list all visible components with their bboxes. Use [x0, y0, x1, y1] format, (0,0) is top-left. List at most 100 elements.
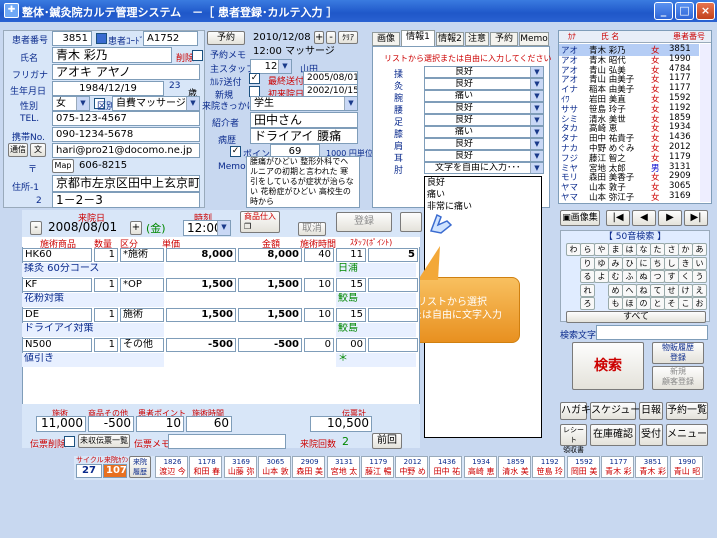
- kana-key[interactable]: え: [692, 283, 707, 297]
- visit-history-button[interactable]: 来院 履歴: [129, 456, 151, 478]
- grid-time[interactable]: 0: [304, 338, 334, 352]
- patient-list-row[interactable]: ヤマ 山本 弥江子 女 3169: [559, 191, 699, 203]
- grid-item[interactable]: DE: [22, 308, 92, 322]
- info-select[interactable]: 良好 ▼: [424, 102, 544, 114]
- recent-patient[interactable]: 1859 清水 美: [498, 456, 531, 478]
- kana-key[interactable]: ち: [650, 256, 665, 270]
- slip-delete-checkbox[interactable]: [64, 436, 75, 447]
- visit-date[interactable]: 2008/08/01: [45, 220, 125, 236]
- recent-patient[interactable]: 1436 田中 祐: [429, 456, 463, 478]
- kana-key[interactable]: へ: [622, 283, 637, 297]
- reserve-plus-button[interactable]: +: [314, 31, 324, 44]
- recent-patient[interactable]: 2012 中野 め: [395, 456, 429, 478]
- sales-history-button[interactable]: 物販履歴 登録: [652, 342, 704, 364]
- register-button[interactable]: 登録: [336, 212, 392, 232]
- grid-amount[interactable]: 1,500: [238, 308, 302, 322]
- kana-key[interactable]: ろ: [580, 297, 595, 310]
- kana-key[interactable]: ほ: [622, 297, 637, 310]
- kana-key[interactable]: て: [650, 283, 665, 297]
- grid-price[interactable]: -500: [166, 338, 236, 352]
- kana-key[interactable]: す: [664, 270, 679, 283]
- recent-patient[interactable]: 1177 青木 彩: [600, 456, 634, 478]
- point-checkbox[interactable]: ✓: [230, 146, 241, 157]
- kana-key[interactable]: お: [692, 297, 707, 310]
- search-button[interactable]: 検索: [572, 342, 644, 390]
- kana-key[interactable]: つ: [650, 270, 665, 283]
- recent-patient[interactable]: 1990 青山 昭: [669, 456, 703, 478]
- schedule-button[interactable]: スケジュール: [590, 402, 650, 420]
- grid-pt[interactable]: [368, 308, 418, 322]
- grid-price[interactable]: 1,500: [166, 278, 236, 292]
- tab-memo[interactable]: Memo: [519, 32, 549, 46]
- grid-kubun[interactable]: 施術: [120, 308, 164, 322]
- recent-patient[interactable]: 3851 青木 彩: [635, 456, 669, 478]
- first-record-button[interactable]: |◀: [606, 210, 630, 226]
- info-select[interactable]: 良好 ▼: [424, 66, 544, 78]
- menu-button[interactable]: メニュー: [666, 424, 708, 446]
- grid-qty[interactable]: 1: [94, 248, 118, 262]
- close-icon[interactable]: ×: [696, 2, 715, 20]
- kana-key[interactable]: さ: [664, 243, 679, 256]
- kana-key[interactable]: か: [678, 243, 693, 256]
- visit-date-plus[interactable]: +: [130, 221, 142, 235]
- kubun-select[interactable]: 自費マッサージ ▼: [112, 96, 200, 111]
- grid-pt[interactable]: [368, 338, 418, 352]
- recent-patient[interactable]: 1826 渡辺 今: [155, 456, 188, 478]
- grid-qty[interactable]: 1: [94, 308, 118, 322]
- grid-item[interactable]: KF: [22, 278, 92, 292]
- grid-kubun[interactable]: *OP: [120, 278, 164, 292]
- kana-key[interactable]: あ: [692, 243, 707, 256]
- kana-key[interactable]: よ: [594, 270, 609, 283]
- grid-kubun[interactable]: その他: [120, 338, 164, 352]
- kana-key[interactable]: め: [608, 283, 623, 297]
- recent-patient[interactable]: 2909 森田 美: [292, 456, 326, 478]
- kana-field[interactable]: アオキ アヤノ: [52, 64, 200, 80]
- name-field[interactable]: 青木 彩乃: [52, 47, 172, 63]
- patient-code-field[interactable]: A1752: [143, 31, 198, 46]
- info-select[interactable]: 痛い ▼: [424, 126, 544, 138]
- grid-item[interactable]: 揉灸 60分コース: [22, 263, 164, 277]
- kana-key[interactable]: な: [636, 243, 651, 256]
- addr1-field[interactable]: 京都市左京区田中上玄京町: [52, 175, 200, 192]
- kana-key[interactable]: そ: [664, 297, 679, 310]
- tel-field[interactable]: 075-123-4567: [52, 111, 200, 126]
- stock-button[interactable]: 在庫確認: [590, 424, 636, 446]
- grid-time[interactable]: 40: [304, 248, 334, 262]
- kana-key[interactable]: け: [678, 283, 693, 297]
- kana-key[interactable]: や: [594, 243, 609, 256]
- cancel-button[interactable]: 取消: [298, 222, 326, 236]
- slip-memo-field[interactable]: [168, 434, 286, 449]
- email-field[interactable]: hari@pro21@docomo.ne.jp: [52, 143, 200, 158]
- grid-staff[interactable]: 00: [336, 338, 366, 352]
- grid-qty[interactable]: 1: [94, 338, 118, 352]
- reserve-clear-button[interactable]: ｸﾘｱ: [338, 31, 358, 44]
- kana-key[interactable]: み: [608, 256, 623, 270]
- mobile-field[interactable]: 090-1234-5678: [52, 127, 200, 142]
- kana-key[interactable]: も: [608, 297, 623, 310]
- grid-item[interactable]: N500: [22, 338, 92, 352]
- reserve-memo-field[interactable]: 12:00 マッサージ: [250, 45, 358, 60]
- tab-info1[interactable]: 情報1: [401, 30, 435, 46]
- sex-select[interactable]: 女 ▼: [52, 96, 90, 111]
- extra-button[interactable]: [400, 212, 422, 232]
- daily-report-button[interactable]: 日報: [639, 402, 663, 420]
- kana-key[interactable]: ひ: [622, 256, 637, 270]
- grid-amount[interactable]: -500: [238, 338, 302, 352]
- grid-time[interactable]: 10: [304, 308, 334, 322]
- info-select[interactable]: 良好 ▼: [424, 114, 544, 126]
- image-collection-button[interactable]: ▣画像集: [560, 210, 600, 226]
- visit-time-select[interactable]: 12:00 ▼: [183, 220, 231, 236]
- dropdown-option[interactable]: 良好: [425, 177, 541, 189]
- recent-patient[interactable]: 1192 笹島 玲: [532, 456, 566, 478]
- info-select[interactable]: 痛い ▼: [424, 90, 544, 102]
- grid-kubun[interactable]: *施術: [120, 248, 164, 262]
- patient-id-field[interactable]: 3851: [52, 31, 92, 46]
- kana-key[interactable]: こ: [678, 297, 693, 310]
- kana-key[interactable]: り: [580, 256, 595, 270]
- kana-key[interactable]: の: [636, 297, 651, 310]
- visit-date-minus[interactable]: -: [30, 221, 42, 235]
- kana-key[interactable]: い: [692, 256, 707, 270]
- memo2-field[interactable]: 腰痛がひどい 整形外科でヘルニアの初期と言われた 寒引をしているが症状が治らない…: [246, 156, 360, 208]
- info-select-open[interactable]: 文字を自由に入力･･･ ▼: [424, 162, 544, 174]
- recent-patient[interactable]: 1592 岡田 美: [566, 456, 600, 478]
